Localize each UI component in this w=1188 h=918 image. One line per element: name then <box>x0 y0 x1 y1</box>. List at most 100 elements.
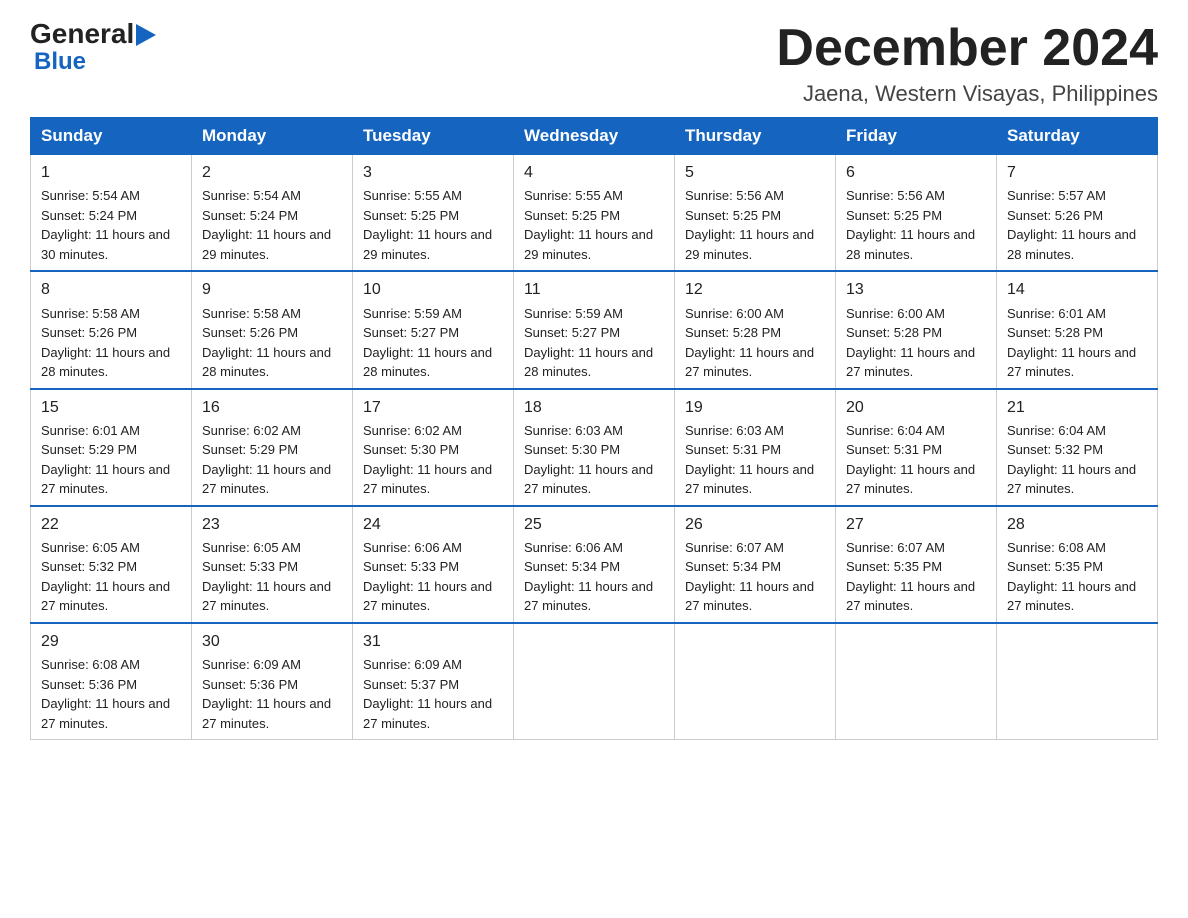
calendar-day-cell: 16Sunrise: 6:02 AMSunset: 5:29 PMDayligh… <box>192 389 353 506</box>
day-info: Sunrise: 6:09 AMSunset: 5:36 PMDaylight:… <box>202 655 342 733</box>
day-number: 10 <box>363 278 503 301</box>
calendar-day-cell: 14 Sunrise: 6:01 AMSunset: 5:28 PMDayligh… <box>997 271 1158 388</box>
day-number: 3 <box>363 161 503 184</box>
calendar-week-row: 29Sunrise: 6:08 AMSunset: 5:36 PMDayligh… <box>31 623 1158 740</box>
day-info: Sunrise: 6:02 AMSunset: 5:29 PMDaylight:… <box>202 421 342 499</box>
calendar-day-cell: 12 Sunrise: 6:00 AMSunset: 5:28 PMDayligh… <box>675 271 836 388</box>
day-number: 11 <box>524 278 664 301</box>
weekday-header-tuesday: Tuesday <box>353 118 514 155</box>
day-number: 15 <box>41 396 181 419</box>
day-info: Sunrise: 5:55 AMSunset: 5:25 PMDaylight:… <box>524 186 664 264</box>
day-info: Sunrise: 5:54 AMSunset: 5:24 PMDaylight:… <box>41 186 181 264</box>
calendar-day-cell: 31Sunrise: 6:09 AMSunset: 5:37 PMDayligh… <box>353 623 514 740</box>
calendar-day-cell: 18Sunrise: 6:03 AMSunset: 5:30 PMDayligh… <box>514 389 675 506</box>
weekday-header-wednesday: Wednesday <box>514 118 675 155</box>
day-number: 24 <box>363 513 503 536</box>
calendar-day-cell: 6Sunrise: 5:56 AMSunset: 5:25 PMDaylight… <box>836 155 997 272</box>
day-number: 9 <box>202 278 342 301</box>
calendar-day-cell: 9 Sunrise: 5:58 AMSunset: 5:26 PMDaylight… <box>192 271 353 388</box>
page-header: General Blue December 2024 Jaena, Wester… <box>30 20 1158 107</box>
calendar-day-cell: 24Sunrise: 6:06 AMSunset: 5:33 PMDayligh… <box>353 506 514 623</box>
day-number: 12 <box>685 278 825 301</box>
day-info: Sunrise: 5:56 AMSunset: 5:25 PMDaylight:… <box>685 186 825 264</box>
calendar-week-row: 22Sunrise: 6:05 AMSunset: 5:32 PMDayligh… <box>31 506 1158 623</box>
day-number: 31 <box>363 630 503 653</box>
day-info: Sunrise: 6:07 AMSunset: 5:35 PMDaylight:… <box>846 538 986 616</box>
day-info: Sunrise: 6:01 AMSunset: 5:28 PMDaylight:… <box>1007 304 1147 382</box>
calendar-day-cell: 30Sunrise: 6:09 AMSunset: 5:36 PMDayligh… <box>192 623 353 740</box>
day-number: 19 <box>685 396 825 419</box>
calendar-day-cell: 10 Sunrise: 5:59 AMSunset: 5:27 PMDayligh… <box>353 271 514 388</box>
calendar-day-cell: 8 Sunrise: 5:58 AMSunset: 5:26 PMDaylight… <box>31 271 192 388</box>
day-info: Sunrise: 6:06 AMSunset: 5:33 PMDaylight:… <box>363 538 503 616</box>
calendar-day-cell: 11Sunrise: 5:59 AMSunset: 5:27 PMDayligh… <box>514 271 675 388</box>
month-title: December 2024 <box>776 20 1158 77</box>
day-number: 17 <box>363 396 503 419</box>
day-number: 4 <box>524 161 664 184</box>
day-info: Sunrise: 6:03 AMSunset: 5:31 PMDaylight:… <box>685 421 825 499</box>
weekday-header-row: SundayMondayTuesdayWednesdayThursdayFrid… <box>31 118 1158 155</box>
day-number: 14 <box>1007 278 1147 301</box>
weekday-header-monday: Monday <box>192 118 353 155</box>
calendar-week-row: 15Sunrise: 6:01 AMSunset: 5:29 PMDayligh… <box>31 389 1158 506</box>
calendar-week-row: 1Sunrise: 5:54 AMSunset: 5:24 PMDaylight… <box>31 155 1158 272</box>
day-number: 18 <box>524 396 664 419</box>
calendar-day-cell: 20Sunrise: 6:04 AMSunset: 5:31 PMDayligh… <box>836 389 997 506</box>
day-number: 13 <box>846 278 986 301</box>
calendar-day-cell: 17Sunrise: 6:02 AMSunset: 5:30 PMDayligh… <box>353 389 514 506</box>
calendar-day-cell: 13 Sunrise: 6:00 AMSunset: 5:28 PMDayligh… <box>836 271 997 388</box>
day-info: Sunrise: 6:09 AMSunset: 5:37 PMDaylight:… <box>363 655 503 733</box>
day-info: Sunrise: 5:58 AMSunset: 5:26 PMDaylight:… <box>41 304 181 382</box>
calendar-day-cell: 28Sunrise: 6:08 AMSunset: 5:35 PMDayligh… <box>997 506 1158 623</box>
weekday-header-saturday: Saturday <box>997 118 1158 155</box>
calendar-day-cell: 7Sunrise: 5:57 AMSunset: 5:26 PMDaylight… <box>997 155 1158 272</box>
day-info: Sunrise: 6:08 AMSunset: 5:35 PMDaylight:… <box>1007 538 1147 616</box>
calendar-week-row: 8 Sunrise: 5:58 AMSunset: 5:26 PMDaylight… <box>31 271 1158 388</box>
day-number: 23 <box>202 513 342 536</box>
day-number: 7 <box>1007 161 1147 184</box>
weekday-header-thursday: Thursday <box>675 118 836 155</box>
day-info: Sunrise: 6:00 AMSunset: 5:28 PMDaylight:… <box>685 304 825 382</box>
day-info: Sunrise: 5:59 AMSunset: 5:27 PMDaylight:… <box>363 304 503 382</box>
day-info: Sunrise: 5:58 AMSunset: 5:26 PMDaylight:… <box>202 304 342 382</box>
day-info: Sunrise: 6:01 AMSunset: 5:29 PMDaylight:… <box>41 421 181 499</box>
calendar-day-cell: 2Sunrise: 5:54 AMSunset: 5:24 PMDaylight… <box>192 155 353 272</box>
day-number: 2 <box>202 161 342 184</box>
day-number: 5 <box>685 161 825 184</box>
day-info: Sunrise: 5:57 AMSunset: 5:26 PMDaylight:… <box>1007 186 1147 264</box>
weekday-header-friday: Friday <box>836 118 997 155</box>
day-number: 29 <box>41 630 181 653</box>
calendar-day-cell: 5Sunrise: 5:56 AMSunset: 5:25 PMDaylight… <box>675 155 836 272</box>
calendar-day-cell: 26Sunrise: 6:07 AMSunset: 5:34 PMDayligh… <box>675 506 836 623</box>
day-info: Sunrise: 6:04 AMSunset: 5:31 PMDaylight:… <box>846 421 986 499</box>
day-number: 1 <box>41 161 181 184</box>
logo-blue: Blue <box>34 48 86 76</box>
calendar-day-cell <box>836 623 997 740</box>
location-subtitle: Jaena, Western Visayas, Philippines <box>776 81 1158 107</box>
day-number: 25 <box>524 513 664 536</box>
calendar-day-cell: 23Sunrise: 6:05 AMSunset: 5:33 PMDayligh… <box>192 506 353 623</box>
calendar-table: SundayMondayTuesdayWednesdayThursdayFrid… <box>30 117 1158 740</box>
title-block: December 2024 Jaena, Western Visayas, Ph… <box>776 20 1158 107</box>
calendar-day-cell: 1Sunrise: 5:54 AMSunset: 5:24 PMDaylight… <box>31 155 192 272</box>
day-info: Sunrise: 6:04 AMSunset: 5:32 PMDaylight:… <box>1007 421 1147 499</box>
day-number: 8 <box>41 278 181 301</box>
day-info: Sunrise: 5:55 AMSunset: 5:25 PMDaylight:… <box>363 186 503 264</box>
day-number: 28 <box>1007 513 1147 536</box>
calendar-day-cell: 19Sunrise: 6:03 AMSunset: 5:31 PMDayligh… <box>675 389 836 506</box>
day-number: 21 <box>1007 396 1147 419</box>
calendar-day-cell <box>514 623 675 740</box>
calendar-day-cell: 25Sunrise: 6:06 AMSunset: 5:34 PMDayligh… <box>514 506 675 623</box>
day-info: Sunrise: 6:02 AMSunset: 5:30 PMDaylight:… <box>363 421 503 499</box>
day-info: Sunrise: 5:54 AMSunset: 5:24 PMDaylight:… <box>202 186 342 264</box>
day-number: 16 <box>202 396 342 419</box>
day-info: Sunrise: 6:00 AMSunset: 5:28 PMDaylight:… <box>846 304 986 382</box>
calendar-day-cell <box>675 623 836 740</box>
day-info: Sunrise: 5:56 AMSunset: 5:25 PMDaylight:… <box>846 186 986 264</box>
day-info: Sunrise: 6:05 AMSunset: 5:33 PMDaylight:… <box>202 538 342 616</box>
calendar-day-cell <box>997 623 1158 740</box>
logo: General Blue <box>30 20 156 76</box>
day-info: Sunrise: 6:05 AMSunset: 5:32 PMDaylight:… <box>41 538 181 616</box>
day-info: Sunrise: 6:03 AMSunset: 5:30 PMDaylight:… <box>524 421 664 499</box>
day-number: 20 <box>846 396 986 419</box>
